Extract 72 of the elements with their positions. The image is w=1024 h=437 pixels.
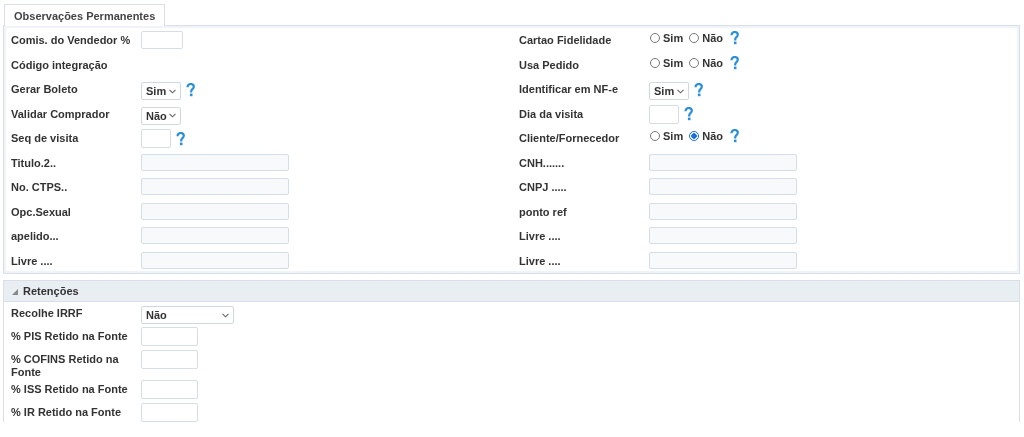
caret-icon bbox=[677, 88, 684, 94]
field-label: Usa Pedido bbox=[519, 57, 580, 72]
field-label: % IR Retido na Fonte bbox=[11, 405, 122, 419]
field-label: Código integração bbox=[11, 57, 109, 72]
radio-label[interactable]: Sim bbox=[663, 32, 684, 44]
radio-label[interactable]: Não bbox=[702, 130, 723, 142]
input-field[interactable] bbox=[141, 178, 289, 195]
caret-icon bbox=[222, 312, 229, 318]
dropdown[interactable]: Não bbox=[141, 106, 181, 125]
dropdown[interactable]: Sim bbox=[649, 82, 689, 100]
field-label: Validar Comprador bbox=[11, 106, 111, 121]
input-field[interactable] bbox=[141, 129, 171, 148]
input-field[interactable] bbox=[141, 350, 198, 369]
help-icon[interactable] bbox=[186, 83, 195, 97]
input-field[interactable] bbox=[141, 227, 289, 244]
input-field[interactable] bbox=[649, 202, 797, 220]
input-field[interactable] bbox=[141, 251, 289, 269]
help-icon[interactable] bbox=[684, 107, 693, 121]
help-icon[interactable] bbox=[176, 131, 185, 146]
radio-label[interactable]: Não bbox=[702, 32, 723, 44]
field-label: % COFINS Retido na Fonte bbox=[11, 352, 120, 379]
radio-label[interactable]: Sim bbox=[663, 56, 684, 69]
help-icon[interactable] bbox=[729, 55, 739, 70]
help-icon[interactable] bbox=[729, 31, 739, 45]
input-field[interactable] bbox=[141, 403, 198, 422]
caret-icon bbox=[169, 88, 176, 94]
field-label: Identificar em NF-e bbox=[519, 82, 620, 96]
input-field[interactable] bbox=[141, 380, 198, 399]
field-label: % ISS Retido na Fonte bbox=[11, 382, 129, 396]
input-field[interactable] bbox=[649, 104, 679, 124]
field-label: CNPJ ..... bbox=[519, 180, 568, 194]
tab[interactable]: Observações Permanentes bbox=[4, 4, 166, 26]
radio-button[interactable] bbox=[689, 57, 700, 68]
field-label: Livre .... bbox=[11, 253, 54, 268]
field-label: Dia da visita bbox=[519, 106, 585, 121]
input-field[interactable] bbox=[141, 327, 198, 346]
section-header[interactable]: Retenções bbox=[4, 281, 1019, 302]
help-icon[interactable] bbox=[729, 129, 739, 143]
field-label: CNH....... bbox=[519, 155, 566, 170]
dropdown[interactable]: Não bbox=[141, 306, 234, 324]
field-label: Opc.Sexual bbox=[11, 204, 72, 219]
input-field[interactable] bbox=[649, 251, 797, 269]
input-field[interactable] bbox=[141, 153, 289, 171]
field-label: Recolhe IRRF bbox=[11, 306, 84, 320]
input-field[interactable] bbox=[649, 227, 797, 244]
radio-button[interactable] bbox=[650, 33, 660, 43]
field-label: No. CTPS.. bbox=[11, 180, 69, 194]
help-icon[interactable] bbox=[694, 83, 703, 97]
field-label: Seq de visita bbox=[11, 131, 80, 145]
radio-label[interactable]: Não bbox=[702, 56, 723, 69]
radio-button[interactable] bbox=[650, 131, 660, 141]
field-label: Titulo.2.. bbox=[11, 155, 58, 170]
field-label: Comis. do Vendedor % bbox=[11, 33, 132, 47]
field-label: Cliente/Fornecedor bbox=[519, 131, 621, 145]
radio-button[interactable] bbox=[650, 57, 660, 68]
field-label: Livre .... bbox=[519, 229, 562, 243]
caret-icon bbox=[169, 113, 176, 118]
input-field[interactable] bbox=[649, 178, 797, 195]
field-label: Livre .... bbox=[519, 253, 562, 268]
field-label: ponto ref bbox=[519, 204, 568, 219]
field-label: apelido... bbox=[11, 229, 60, 243]
input-field[interactable] bbox=[141, 202, 289, 220]
field-label: Gerar Boleto bbox=[11, 82, 79, 96]
radio-button[interactable] bbox=[689, 33, 700, 43]
input-field[interactable] bbox=[649, 153, 797, 171]
radio-label[interactable]: Sim bbox=[663, 130, 684, 142]
section-title: Retenções bbox=[23, 285, 79, 297]
field-label: Cartao Fidelidade bbox=[519, 33, 613, 47]
dropdown[interactable]: Sim bbox=[141, 82, 181, 100]
field-label: % PIS Retido na Fonte bbox=[11, 329, 129, 343]
input-field[interactable] bbox=[141, 31, 183, 49]
radio-button[interactable] bbox=[689, 131, 700, 141]
